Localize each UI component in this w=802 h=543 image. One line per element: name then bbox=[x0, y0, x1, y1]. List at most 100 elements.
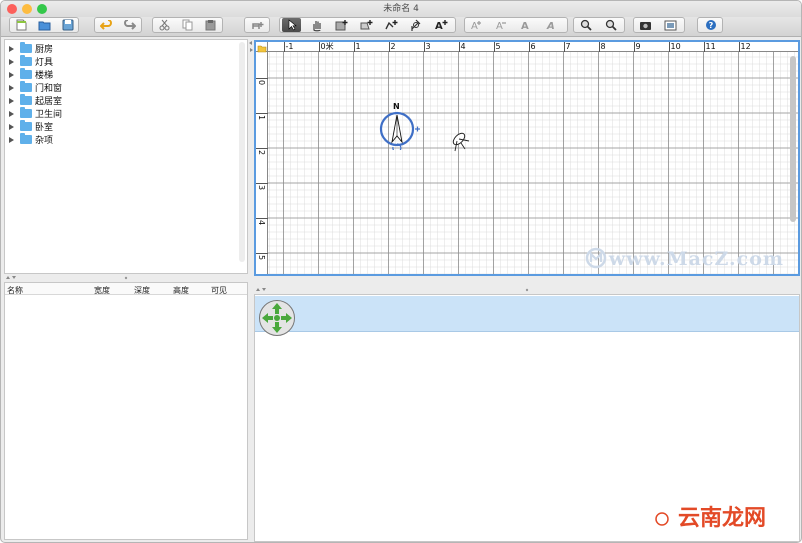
folder-icon bbox=[20, 133, 32, 144]
folder-icon bbox=[20, 42, 32, 53]
increase-text-size-icon[interactable]: A bbox=[467, 18, 486, 32]
file-group bbox=[9, 17, 79, 33]
3d-view-sky bbox=[255, 296, 799, 332]
3d-view[interactable]: 云南龙网 bbox=[254, 294, 800, 542]
ruler-tick bbox=[633, 42, 635, 52]
svg-text:A: A bbox=[521, 21, 529, 31]
ruler-tick bbox=[563, 42, 565, 52]
plan-3d-splitter[interactable] bbox=[254, 287, 800, 293]
compass-north-label: N bbox=[393, 102, 400, 111]
disclosure-triangle-icon[interactable] bbox=[9, 45, 14, 52]
bold-text-icon[interactable]: A bbox=[517, 18, 536, 32]
help-icon[interactable]: ? bbox=[701, 18, 720, 32]
create-dimensions-icon[interactable] bbox=[407, 18, 426, 32]
watermark-text: www.MacZ.com bbox=[585, 247, 784, 270]
paste-icon[interactable] bbox=[201, 18, 220, 32]
svg-text:A: A bbox=[496, 21, 503, 31]
ruler-tick bbox=[353, 42, 355, 52]
add-text-icon[interactable]: A bbox=[432, 18, 451, 32]
folder-icon bbox=[20, 107, 32, 118]
decrease-text-size-icon[interactable]: A bbox=[492, 18, 511, 32]
undo-icon[interactable] bbox=[97, 18, 116, 32]
ruler-y-label: 4 bbox=[257, 220, 266, 226]
disclosure-triangle-icon[interactable] bbox=[9, 71, 14, 78]
disclosure-triangle-icon[interactable] bbox=[9, 110, 14, 117]
cut-icon[interactable] bbox=[155, 18, 174, 32]
catalog-category[interactable]: 起居室 bbox=[9, 94, 62, 107]
create-video-icon[interactable] bbox=[661, 18, 680, 32]
ruler-tick bbox=[458, 42, 460, 52]
compass-rose[interactable]: N bbox=[377, 102, 427, 153]
folder-icon bbox=[20, 81, 32, 92]
ruler-x-label: 10 bbox=[670, 42, 681, 51]
plan-mode-group: A bbox=[279, 17, 456, 33]
close-window-button[interactable] bbox=[7, 4, 17, 14]
virtual-visitor-icon[interactable] bbox=[449, 129, 473, 155]
save-icon[interactable] bbox=[58, 18, 77, 32]
ruler-x-label: 9 bbox=[635, 42, 641, 51]
column-header-width[interactable]: 宽度 bbox=[94, 285, 110, 296]
app-window: 未命名 4 A A A A A ? 厨房 灯具 楼梯 门和窗 起居室 卫生间 卧… bbox=[0, 0, 802, 543]
catalog-category[interactable]: 卫生间 bbox=[9, 107, 62, 120]
italic-text-icon[interactable]: A bbox=[542, 18, 561, 32]
media-group bbox=[633, 17, 685, 33]
catalog-category[interactable]: 厨房 bbox=[9, 42, 53, 55]
pan-mode-icon[interactable] bbox=[307, 18, 326, 32]
ruler-tick bbox=[388, 42, 390, 52]
history-group bbox=[94, 17, 142, 33]
ruler-tick bbox=[256, 113, 268, 114]
zoom-window-button[interactable] bbox=[37, 4, 47, 14]
catalog-category[interactable]: 门和窗 bbox=[9, 81, 62, 94]
help-group: ? bbox=[697, 17, 723, 33]
ruler-x-label: 1 bbox=[355, 42, 361, 51]
ruler-tick bbox=[318, 42, 320, 52]
ruler-x-label: 12 bbox=[740, 42, 751, 51]
disclosure-triangle-icon[interactable] bbox=[9, 97, 14, 104]
catalog-category[interactable]: 灯具 bbox=[9, 55, 53, 68]
ruler-tick bbox=[256, 253, 268, 254]
furniture-group bbox=[244, 17, 270, 33]
catalog-category[interactable]: 楼梯 bbox=[9, 68, 53, 81]
plan-view[interactable]: -2-10米123456789101112 0米12345 N www.MacZ… bbox=[254, 40, 800, 276]
column-header-name[interactable]: 名称 bbox=[7, 285, 23, 296]
ruler-tick bbox=[423, 42, 425, 52]
select-mode-icon[interactable] bbox=[282, 18, 301, 32]
catalog-category[interactable]: 杂项 bbox=[9, 133, 53, 146]
ruler-tick bbox=[528, 42, 530, 52]
ruler-y-label: 3 bbox=[257, 185, 266, 191]
column-header-visible[interactable]: 可见 bbox=[211, 285, 227, 296]
ruler-x-label: 8 bbox=[600, 42, 606, 51]
new-document-icon[interactable] bbox=[12, 18, 31, 32]
create-polylines-icon[interactable] bbox=[382, 18, 401, 32]
horizontal-splitter[interactable] bbox=[4, 275, 248, 281]
add-furniture-icon[interactable] bbox=[248, 18, 267, 32]
column-header-height[interactable]: 高度 bbox=[173, 285, 189, 296]
ruler-y-label: 0米 bbox=[257, 80, 266, 86]
open-file-icon[interactable] bbox=[35, 18, 54, 32]
redo-icon[interactable] bbox=[120, 18, 139, 32]
navigation-arrows-icon[interactable] bbox=[258, 299, 296, 337]
disclosure-triangle-icon[interactable] bbox=[9, 136, 14, 143]
plan-grid bbox=[268, 52, 798, 274]
copy-icon[interactable] bbox=[178, 18, 197, 32]
create-rooms-icon[interactable] bbox=[357, 18, 376, 32]
watermark-logo-icon bbox=[655, 512, 670, 526]
create-photo-icon[interactable] bbox=[636, 18, 655, 32]
column-header-depth[interactable]: 深度 bbox=[134, 285, 150, 296]
create-walls-icon[interactable] bbox=[332, 18, 351, 32]
disclosure-triangle-icon[interactable] bbox=[9, 84, 14, 91]
zoom-out-icon[interactable] bbox=[601, 18, 620, 32]
ruler-vertical: 0米 1 2 3 4 5 bbox=[256, 42, 268, 274]
ruler-tick bbox=[668, 42, 670, 52]
disclosure-triangle-icon[interactable] bbox=[9, 58, 14, 65]
disclosure-triangle-icon[interactable] bbox=[9, 123, 14, 130]
catalog-category[interactable]: 卧室 bbox=[9, 120, 53, 133]
ruler-horizontal: -2-10米123456789101112 bbox=[256, 42, 798, 52]
ruler-tick bbox=[283, 42, 285, 52]
furniture-catalog: 厨房 灯具 楼梯 门和窗 起居室 卫生间 卧室 杂项 bbox=[4, 39, 248, 274]
catalog-scrollbar[interactable] bbox=[239, 42, 245, 262]
folder-icon bbox=[20, 120, 32, 131]
zoom-in-icon[interactable] bbox=[576, 18, 595, 32]
plan-scrollbar[interactable] bbox=[790, 56, 796, 222]
minimize-window-button[interactable] bbox=[22, 4, 32, 14]
